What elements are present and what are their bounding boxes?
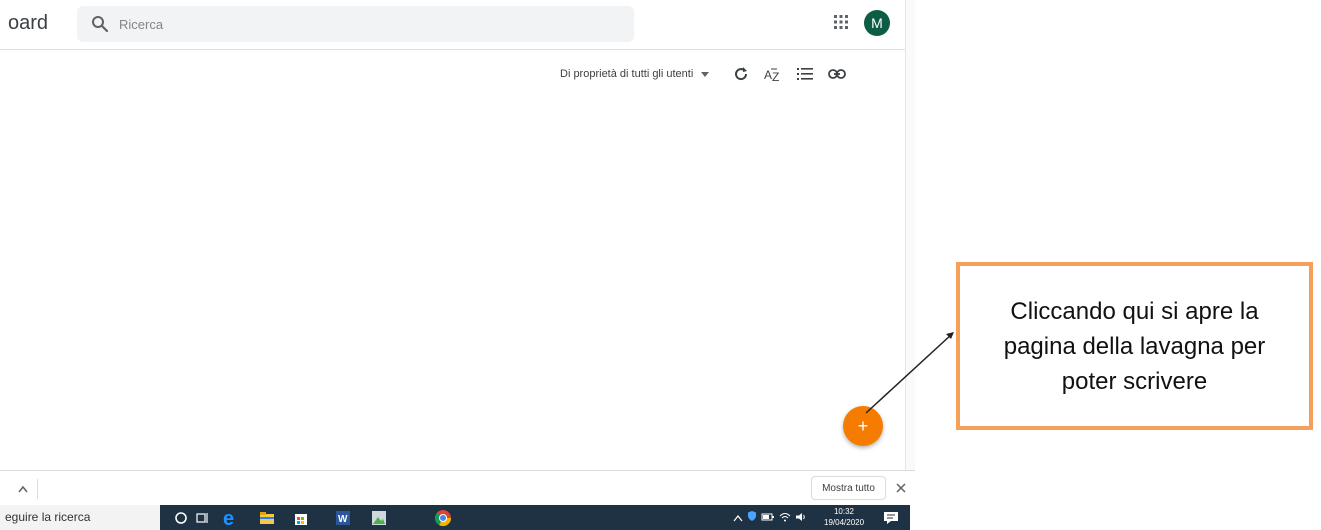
app-window: oard M Di proprietà di tutti gli utenti	[0, 0, 905, 470]
sort-az-icon[interactable]: AZ	[763, 64, 783, 84]
annotation-callout: Cliccando qui si apre la pagina della la…	[956, 262, 1313, 430]
search-icon	[91, 15, 109, 33]
store-icon[interactable]	[292, 509, 310, 527]
clock-date: 19/04/2020	[824, 518, 865, 527]
system-tray	[733, 510, 807, 526]
word-icon[interactable]: W	[334, 509, 352, 527]
avatar[interactable]: M	[864, 10, 890, 36]
image-app-icon[interactable]	[370, 509, 388, 527]
taskbar-clock[interactable]: 10:32 19/04/2020	[824, 506, 864, 528]
file-explorer-icon[interactable]	[258, 509, 276, 527]
wifi-icon[interactable]	[779, 509, 791, 527]
apps-grid-icon[interactable]	[833, 14, 849, 30]
refresh-icon[interactable]	[731, 64, 751, 84]
svg-text:Z: Z	[772, 70, 779, 82]
notifications-icon[interactable]	[882, 509, 900, 527]
search-bar[interactable]	[77, 6, 634, 42]
close-icon[interactable]	[893, 480, 909, 496]
windows-taskbar: eguire la ricerca e W 10:32 19/04/2020	[0, 505, 910, 530]
search-input[interactable]	[119, 14, 599, 34]
svg-text:A: A	[764, 68, 772, 82]
list-toolbar: Di proprietà di tutti gli utenti AZ	[560, 64, 847, 84]
volume-icon[interactable]	[795, 509, 807, 527]
app-header: oard M	[0, 0, 905, 50]
chevron-up-icon[interactable]	[8, 479, 38, 499]
clock-time: 10:32	[833, 507, 855, 516]
edge-browser-icon[interactable]: e	[222, 509, 240, 527]
svg-text:e: e	[223, 509, 234, 527]
download-bar: Mostra tutto	[0, 470, 915, 505]
list-view-icon[interactable]	[795, 64, 815, 84]
new-board-button[interactable]: +	[843, 406, 883, 446]
task-view-icon[interactable]	[194, 509, 212, 527]
taskbar-search[interactable]: eguire la ricerca	[0, 505, 160, 530]
owner-filter-dropdown[interactable]: Di proprietà di tutti gli utenti	[560, 68, 710, 80]
shield-icon[interactable]	[747, 509, 757, 527]
cortana-icon[interactable]	[172, 509, 190, 527]
vertical-scrollbar[interactable]	[905, 0, 915, 470]
battery-icon[interactable]	[761, 509, 775, 527]
show-all-button[interactable]: Mostra tutto	[811, 476, 886, 500]
annotation-text: Cliccando qui si apre la pagina della la…	[1003, 297, 1266, 395]
caret-down-icon	[701, 71, 710, 77]
chevron-up-icon[interactable]	[733, 509, 743, 527]
svg-text:W: W	[338, 514, 348, 525]
owner-filter-label: Di proprietà di tutti gli utenti	[560, 68, 694, 80]
app-title: oard	[8, 12, 49, 34]
link-icon[interactable]	[827, 64, 847, 84]
chrome-icon[interactable]	[434, 509, 452, 527]
